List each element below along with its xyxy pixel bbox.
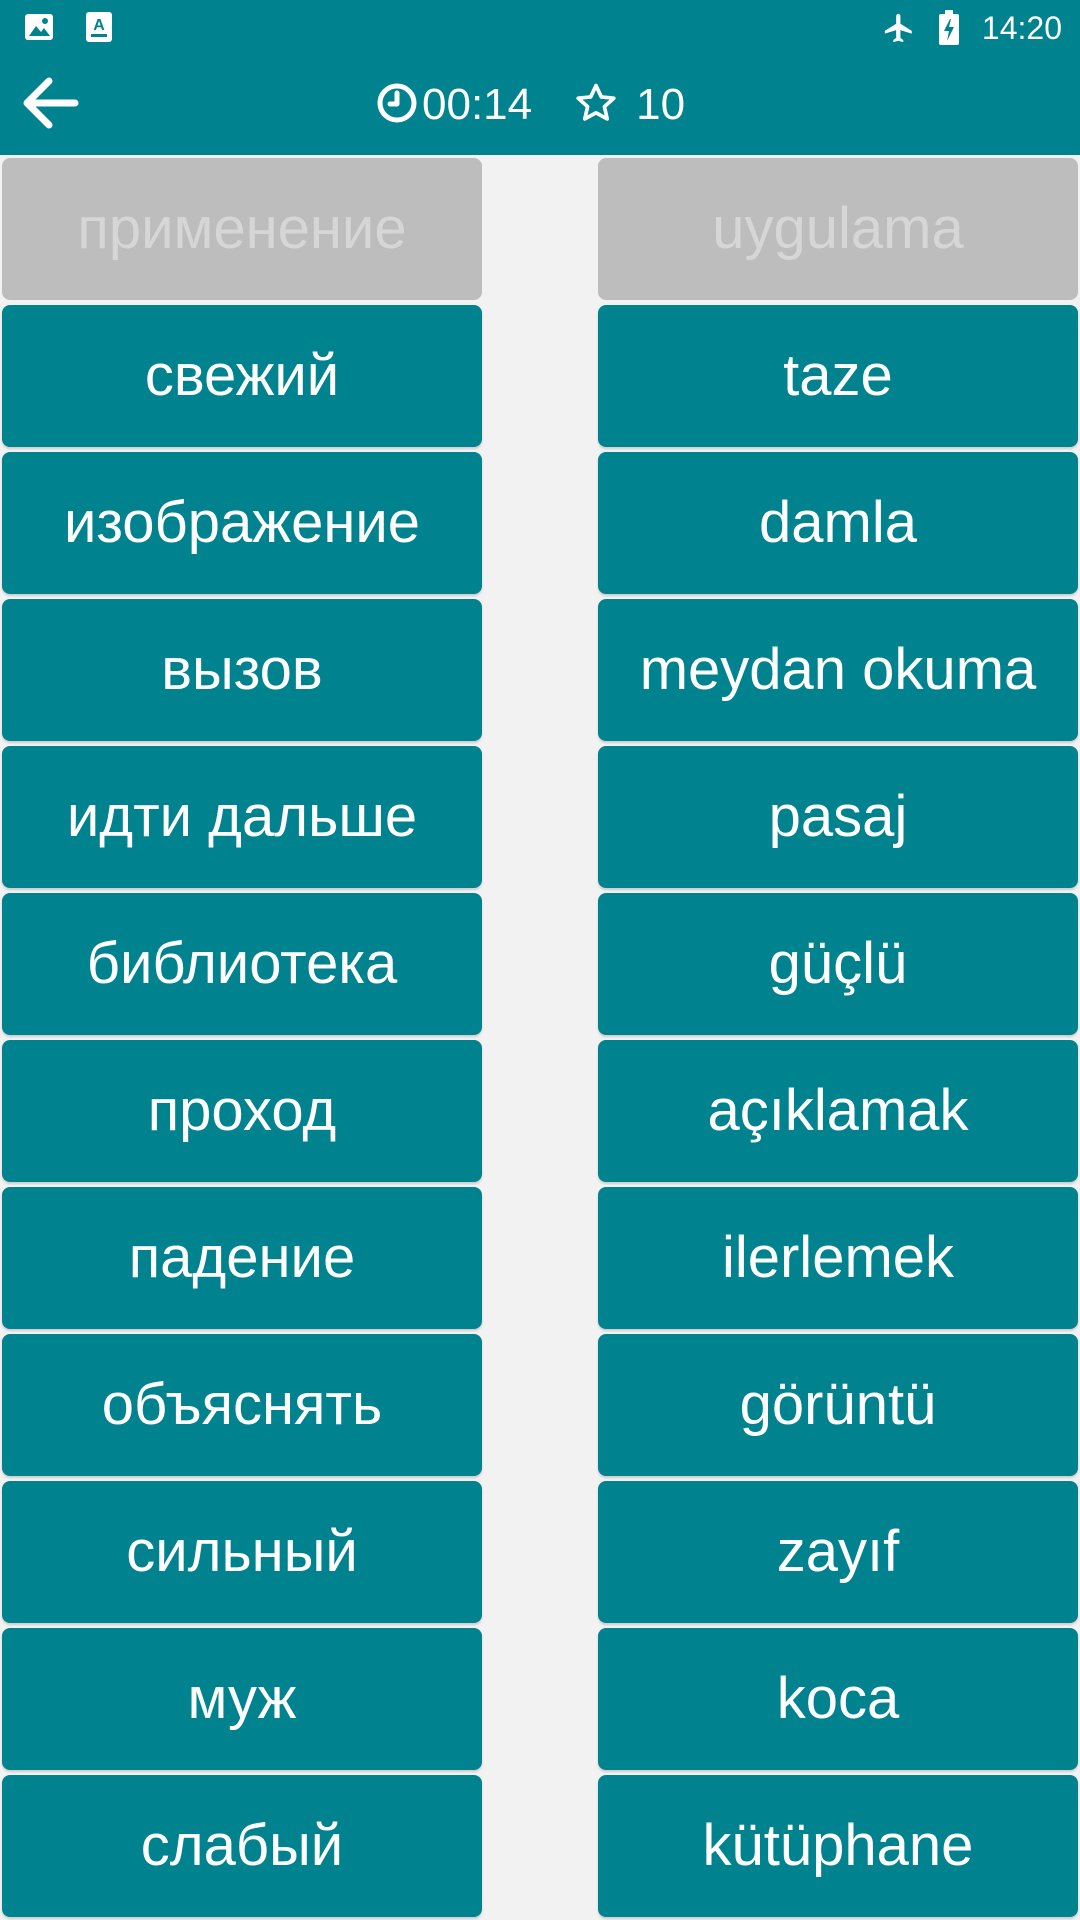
star-outline-icon [574,81,636,130]
left-word-card[interactable]: сильный [2,1481,482,1623]
right-word-card[interactable]: ilerlemek [598,1187,1078,1329]
left-word-card[interactable]: изображение [2,452,482,594]
right-word-card[interactable]: pasaj [598,746,1078,888]
word-match-board: применение свежий изображение вызов идти… [0,155,1080,1920]
left-word-card[interactable]: падение [2,1187,482,1329]
left-word-card: применение [2,158,482,300]
battery-charging-icon [938,10,960,46]
left-word-card[interactable]: свежий [2,305,482,447]
right-word-card[interactable]: damla [598,452,1078,594]
clock-icon [376,82,422,129]
right-word-card[interactable]: güçlü [598,893,1078,1035]
status-system: 14:20 [882,8,1062,48]
left-word-card[interactable]: вызов [2,599,482,741]
timer: 00:14 [376,77,532,133]
arrow-left-icon [19,77,79,134]
right-word-card[interactable]: açıklamak [598,1040,1078,1182]
status-time: 14:20 [981,10,1062,46]
score-value: 10 [636,80,686,129]
right-word-card[interactable]: koca [598,1628,1078,1770]
svg-text:A: A [93,17,105,34]
timer-value: 00:14 [422,80,533,129]
right-word-card[interactable]: taze [598,305,1078,447]
back-button[interactable] [14,75,84,135]
left-word-card[interactable]: объяснять [2,1334,482,1476]
left-word-card[interactable]: проход [2,1040,482,1182]
game-stats: 00:14 10 [376,77,685,133]
toolbar: 00:14 10 [0,55,1080,155]
left-word-card[interactable]: библиотека [2,893,482,1035]
score: 10 [574,77,685,133]
app-screen: A 14:20 00:14 10 применение свежий изобр… [0,0,1080,1920]
right-word-card[interactable]: kütüphane [598,1775,1078,1917]
status-bar: A 14:20 [0,0,1080,55]
right-word-card: uygulama [598,158,1078,300]
left-word-card[interactable]: муж [2,1628,482,1770]
status-notifications: A [24,12,112,42]
left-word-card[interactable]: идти дальше [2,746,482,888]
right-word-card[interactable]: zayıf [598,1481,1078,1623]
text-format-icon: A [86,12,112,42]
left-word-card[interactable]: слабый [2,1775,482,1917]
right-word-card[interactable]: meydan okuma [598,599,1078,741]
right-word-card[interactable]: görüntü [598,1334,1078,1476]
airplane-icon [882,11,916,45]
image-icon [24,12,54,42]
